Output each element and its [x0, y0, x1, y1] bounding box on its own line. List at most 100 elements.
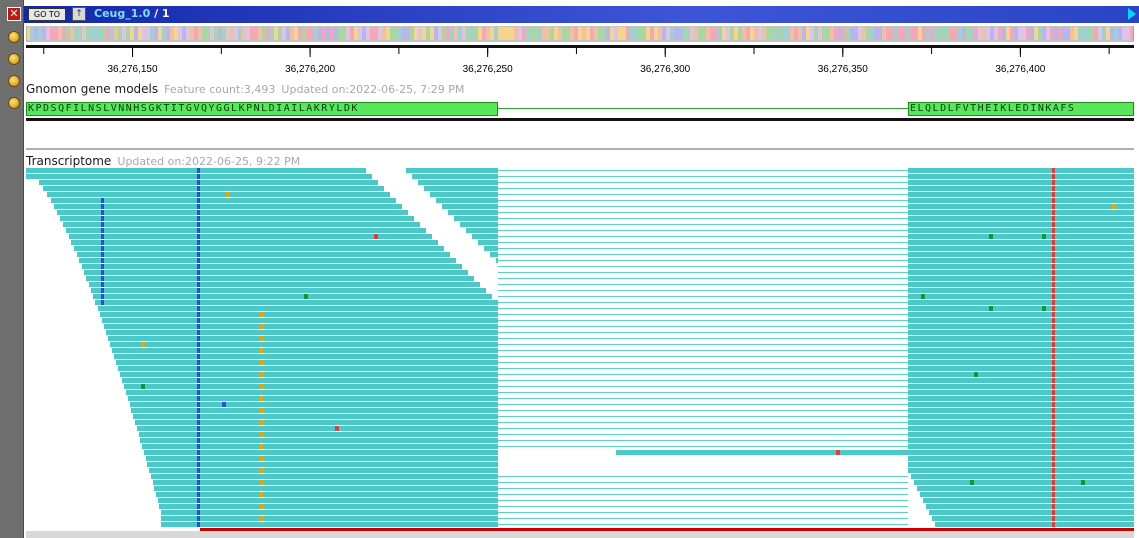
gene-model-baseline — [26, 118, 1134, 121]
transcriptome-track-title[interactable]: Transcriptome Updated on:2022-06-25, 9:22… — [26, 154, 300, 168]
protein-exon-left[interactable]: KPDSQFILNSLVNNHSGKTITGVQYGGLKPNLDIAILAKR… — [26, 102, 498, 116]
zoom-in-icon[interactable] — [8, 31, 20, 43]
mismatch-marker — [197, 384, 200, 389]
mismatch-marker — [1052, 360, 1055, 365]
read-exon-right — [908, 288, 1134, 293]
read-exon-right — [908, 240, 1134, 245]
mismatch-marker — [1052, 426, 1055, 431]
mismatch-marker — [101, 282, 104, 287]
read-exon-left — [122, 378, 498, 383]
mismatch-marker — [260, 456, 263, 461]
read-exon-left — [98, 306, 498, 311]
read-exon-right — [908, 216, 1134, 221]
read-exon-right — [908, 258, 1134, 263]
read-exon-left — [454, 216, 498, 221]
mismatch-marker — [197, 510, 200, 515]
read-exon-left — [100, 312, 498, 317]
title-bar: GO TO ↑ Ceug_1.0 / 1 — [24, 6, 1139, 23]
mismatch-marker — [260, 384, 263, 389]
mismatch-marker — [197, 294, 200, 299]
sequence-suffix: / 1 — [154, 7, 170, 20]
read-exon-left — [154, 486, 498, 491]
read-exon-left — [71, 240, 498, 245]
settings-icon[interactable] — [8, 97, 20, 109]
mismatch-marker — [1052, 522, 1055, 527]
mismatch-marker — [197, 192, 200, 197]
mismatch-marker — [260, 396, 263, 401]
mismatch-marker — [197, 246, 200, 251]
mismatch-marker — [1042, 306, 1046, 311]
mismatch-marker — [1052, 480, 1055, 485]
sequence-overview-strip[interactable] — [26, 26, 1134, 42]
mismatch-marker — [197, 456, 200, 461]
read-exon-left — [448, 210, 498, 215]
mismatch-marker — [1052, 318, 1055, 323]
read-exon-right — [914, 480, 1134, 485]
read-exon-left — [112, 348, 498, 353]
goto-button[interactable]: GO TO — [28, 8, 66, 21]
mismatch-marker — [1052, 348, 1055, 353]
read-exon-left — [406, 168, 498, 173]
mismatch-marker — [836, 450, 840, 455]
mismatch-marker — [222, 402, 226, 407]
mismatch-marker — [1052, 468, 1055, 473]
pan-icon[interactable] — [8, 75, 20, 87]
mismatch-marker — [1052, 222, 1055, 227]
mismatch-marker — [141, 342, 145, 347]
mismatch-marker — [1052, 216, 1055, 221]
mismatch-marker — [101, 234, 104, 239]
mismatch-marker — [197, 198, 200, 203]
close-icon[interactable]: ✕ — [7, 7, 21, 21]
mismatch-marker — [260, 516, 263, 521]
zoom-out-icon[interactable] — [8, 53, 20, 65]
bottom-scrollbar[interactable] — [26, 531, 1134, 538]
read-unspliced — [616, 450, 908, 455]
read-exon-right — [908, 336, 1134, 341]
read-exon-right — [908, 456, 1134, 461]
mismatch-marker — [197, 270, 200, 275]
ruler-tick-label: 36,276,350 — [817, 64, 868, 75]
mismatch-marker — [197, 360, 200, 365]
transcriptome-alignments[interactable] — [26, 168, 1134, 531]
mismatch-marker — [197, 354, 200, 359]
read-exon-right — [908, 192, 1134, 197]
mismatch-marker — [1052, 486, 1055, 491]
read-exon-right — [908, 294, 1134, 299]
mismatch-marker — [260, 420, 263, 425]
read-exon-right — [932, 516, 1134, 521]
read-exon-right — [908, 276, 1134, 281]
mismatch-marker — [1052, 204, 1055, 209]
mismatch-marker — [197, 438, 200, 443]
read-exon-left — [102, 318, 498, 323]
mismatch-marker — [1052, 474, 1055, 479]
read-exon-right — [908, 264, 1134, 269]
mismatch-marker — [197, 408, 200, 413]
up-arrow-icon[interactable]: ↑ — [72, 7, 86, 21]
read-exon-left — [478, 240, 498, 245]
scroll-right-icon[interactable] — [1128, 8, 1136, 20]
mismatch-marker — [197, 228, 200, 233]
read-exon-left — [84, 270, 498, 275]
protein-exon-right[interactable]: ELQLDLFVTHEIKLEDINKAFS — [908, 102, 1134, 116]
ruler-tick-label: 36,276,300 — [640, 64, 691, 75]
mismatch-marker — [1052, 276, 1055, 281]
sequence-name[interactable]: Ceug_1.0 — [94, 7, 150, 20]
read-exon-left — [114, 354, 498, 359]
mismatch-marker — [1052, 420, 1055, 425]
read-exon-right — [908, 312, 1134, 317]
mismatch-marker — [197, 342, 200, 347]
gnomon-track-title[interactable]: Gnomon gene models Feature count:3,493 Upd… — [26, 82, 464, 96]
gnomon-feature-count: Feature count:3,493 — [164, 83, 276, 96]
mismatch-marker — [1052, 288, 1055, 293]
mismatch-marker — [1052, 498, 1055, 503]
mismatch-marker — [197, 186, 200, 191]
mismatch-marker — [101, 252, 104, 257]
mismatch-marker — [1052, 330, 1055, 335]
mismatch-marker — [101, 210, 104, 215]
mismatch-marker — [1052, 402, 1055, 407]
mismatch-marker — [1052, 192, 1055, 197]
ruler-tick-label: 36,276,250 — [462, 64, 513, 75]
mismatch-marker — [197, 474, 200, 479]
mismatch-marker — [197, 522, 200, 527]
mismatch-marker — [1112, 204, 1116, 209]
